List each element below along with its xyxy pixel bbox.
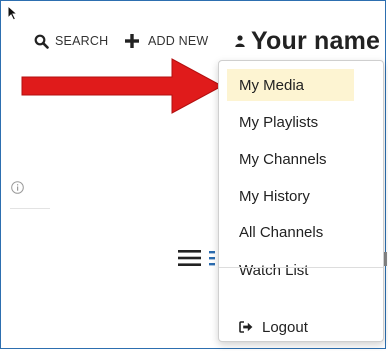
menu-item-my-history[interactable]: My History [227, 180, 355, 212]
logout-button[interactable]: Logout [227, 311, 355, 343]
list-view-icon[interactable] [209, 250, 217, 266]
plus-icon [125, 34, 139, 48]
hamburger-icon[interactable] [178, 250, 201, 266]
menu-item-all-channels[interactable]: All Channels [227, 216, 355, 248]
menu-item-label: My Channels [239, 150, 327, 168]
menu-divider [219, 267, 383, 268]
partial-background-element [384, 252, 387, 266]
menu-item-label: My History [239, 187, 310, 205]
user-icon [235, 35, 245, 47]
menu-item-label: Watch List [239, 261, 309, 279]
menu-item-label: My Media [239, 76, 305, 94]
top-navigation: SEARCH ADD NEW Your name [0, 26, 388, 55]
menu-item-label: My Playlists [239, 113, 319, 131]
search-button[interactable]: SEARCH [34, 28, 108, 54]
logout-icon [239, 321, 253, 333]
menu-item-my-media[interactable]: My Media [227, 69, 354, 101]
divider [10, 208, 50, 209]
menu-item-label: All Channels [239, 223, 324, 241]
user-dropdown-menu: My Media My Playlists My Channels My His… [218, 60, 384, 342]
search-label: SEARCH [55, 34, 109, 48]
menu-item-my-playlists[interactable]: My Playlists [227, 106, 355, 138]
menu-item-my-channels[interactable]: My Channels [227, 143, 355, 175]
info-icon[interactable] [11, 181, 24, 194]
user-name: Your name [251, 26, 381, 55]
user-menu-toggle[interactable]: Your name [235, 26, 381, 55]
menu-item-watch-list[interactable]: Watch List [227, 254, 355, 286]
mouse-cursor-icon [7, 5, 19, 21]
logout-label: Logout [262, 318, 308, 336]
red-arrow-annotation [21, 58, 224, 114]
add-new-label: ADD NEW [148, 34, 209, 48]
search-icon [34, 34, 49, 49]
add-new-button[interactable]: ADD NEW [125, 28, 208, 54]
